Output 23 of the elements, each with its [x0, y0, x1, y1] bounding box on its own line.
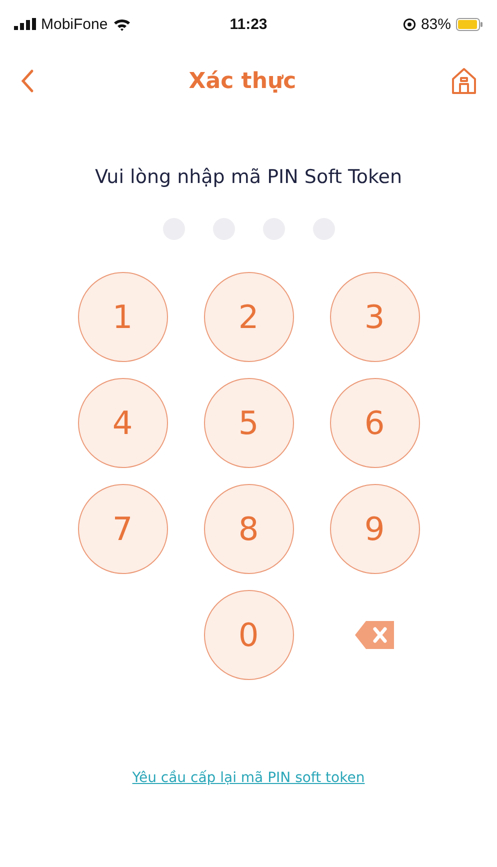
digit-key[interactable]: 3 — [330, 272, 420, 362]
reset-pin-link[interactable]: Yêu cầu cấp lại mã PIN soft token — [0, 770, 497, 786]
backspace-button[interactable] — [354, 620, 396, 650]
back-icon[interactable] — [20, 69, 34, 93]
digit-key[interactable]: 4 — [78, 378, 168, 468]
digit-key[interactable]: 8 — [204, 484, 294, 574]
digit-key[interactable]: 2 — [204, 272, 294, 362]
digit-key[interactable]: 9 — [330, 484, 420, 574]
digit-key[interactable]: 5 — [204, 378, 294, 468]
digit-key[interactable]: 1 — [78, 272, 168, 362]
digit-key[interactable]: 7 — [78, 484, 168, 574]
rotation-lock-icon — [402, 18, 416, 30]
clock-time: 11:23 — [230, 16, 268, 32]
carrier-name: MobiFone — [41, 16, 108, 32]
home-icon[interactable] — [450, 67, 477, 95]
battery-percent: 83% — [420, 16, 451, 32]
digit-key[interactable]: 0 — [204, 590, 294, 680]
page-title: Xác thực — [188, 68, 296, 94]
pin-prompt: Vui lòng nhập mã PIN Soft Token — [94, 166, 404, 188]
wifi-icon — [112, 18, 131, 30]
signal-icon — [14, 18, 36, 30]
digit-key[interactable]: 6 — [330, 378, 420, 468]
battery-icon — [456, 18, 483, 30]
